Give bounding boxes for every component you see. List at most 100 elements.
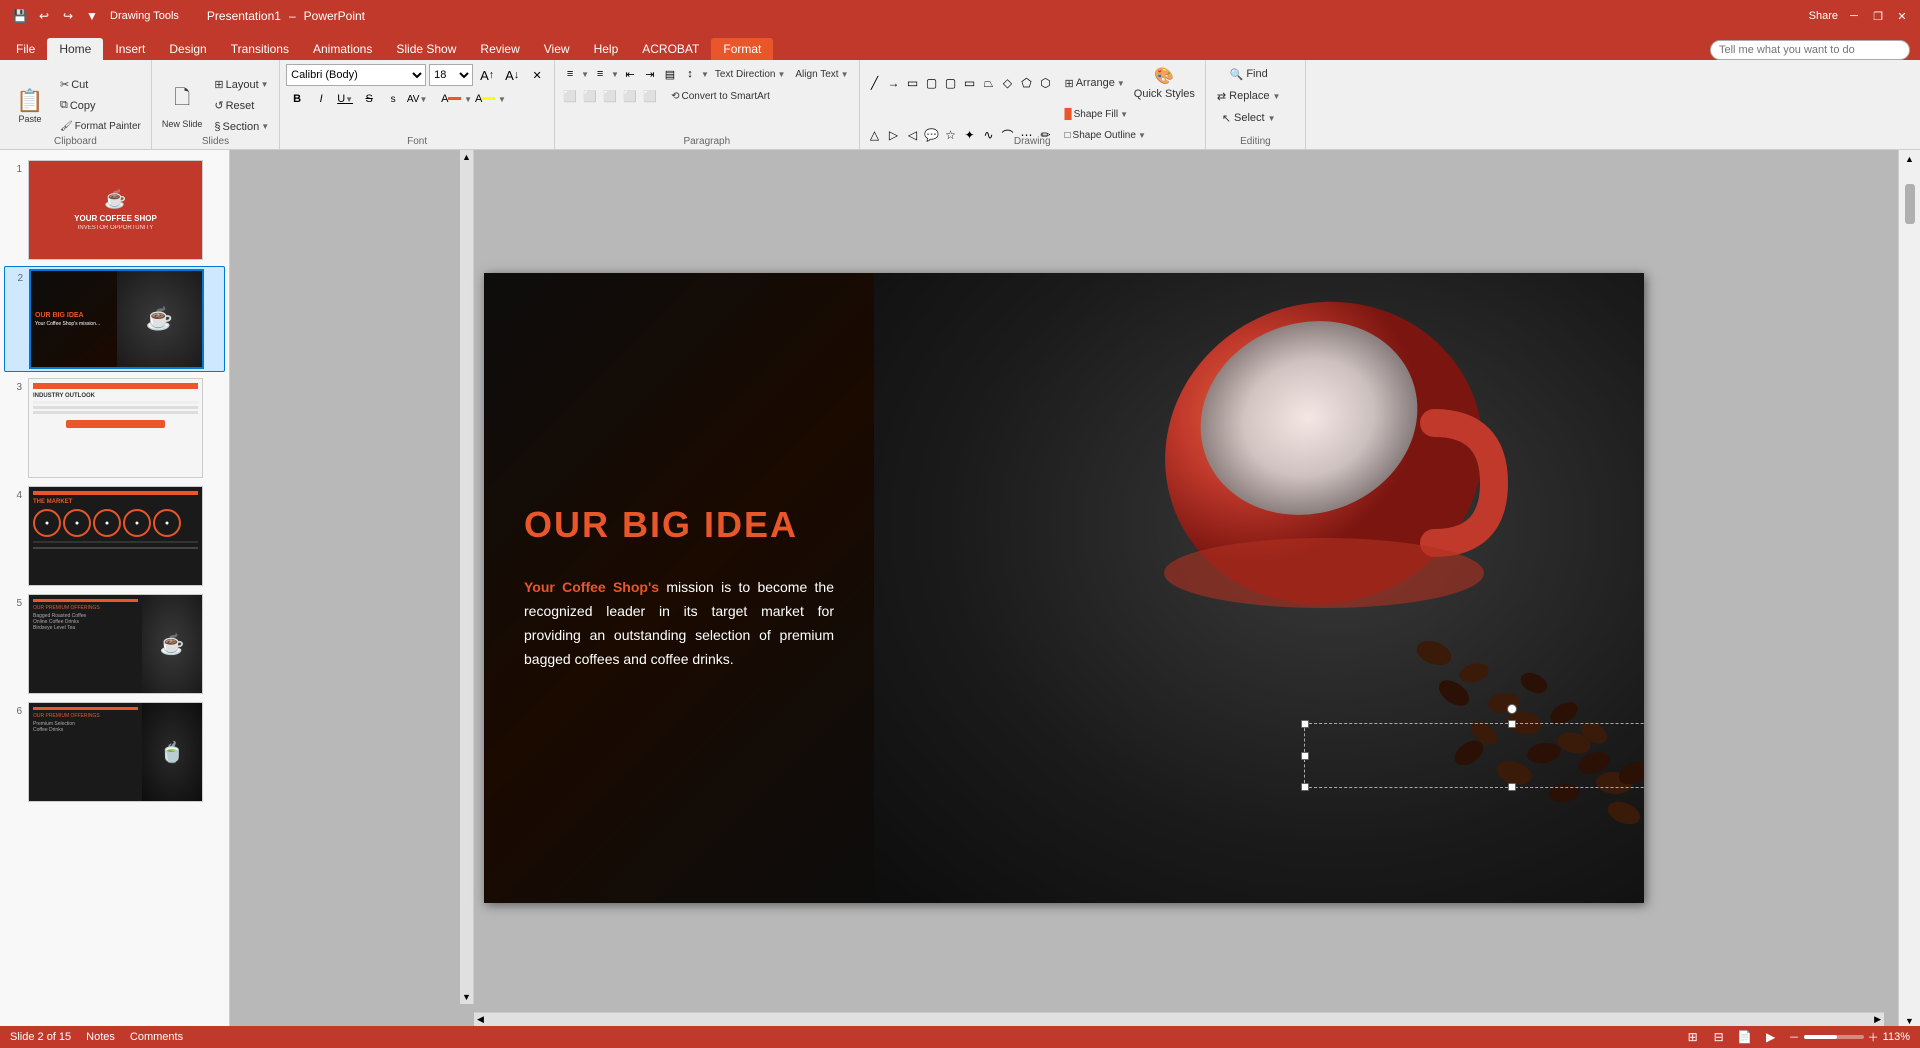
shape-rect2[interactable]: ▢ [923,74,941,92]
scroll-down-btn[interactable]: ▼ [462,992,471,1002]
copy-button[interactable]: ⧉Copy [56,96,145,116]
slide-thumb-1[interactable]: 1 ☕ YOUR COFFEE SHOP INVESTOR OPPORTUNIT… [4,158,225,262]
shape-line[interactable]: ╱ [866,74,884,92]
slide-num-3: 3 [6,382,22,393]
decrease-indent-btn[interactable]: ⇤ [621,65,639,83]
zoom-slider[interactable] [1804,1035,1864,1039]
close-btn[interactable]: ✕ [1894,8,1910,24]
cut-button[interactable]: ✂Cut [56,75,145,95]
section-button[interactable]: §Section▼ [210,117,273,137]
shadow-btn[interactable]: s [382,88,404,110]
increase-font-btn[interactable]: A↑ [476,64,498,86]
decrease-font-btn[interactable]: A↓ [501,64,523,86]
font-size-select[interactable]: 18 [429,64,473,86]
scroll-right-btn[interactable]: ▶ [1871,1014,1884,1025]
shape-hexagon[interactable]: ⬡ [1037,74,1055,92]
main-slide[interactable]: OUR BIG IDEA Your Coffee Shop's mission … [484,273,1644,903]
char-spacing-btn[interactable]: AV▼ [406,88,428,110]
underline-btn[interactable]: U▼ [334,88,356,110]
replace-button[interactable]: ⇄Replace▼ [1212,86,1286,106]
shape-rect[interactable]: ▭ [904,74,922,92]
shape-arrow[interactable]: → [885,74,903,92]
redo-quick-btn[interactable]: ↪ [58,6,78,26]
line-spacing-btn[interactable]: ↕ [681,65,699,83]
h-scrollbar[interactable]: ◀ ▶ [474,1012,1884,1026]
zoom-control: － ＋ 113% [1789,1029,1910,1045]
tab-view[interactable]: View [532,38,582,60]
quick-styles-btn[interactable]: 🎨 Quick Styles [1130,64,1199,102]
shape-rect3[interactable]: ▭ [961,74,979,92]
save-quick-btn[interactable]: 💾 [10,6,30,26]
tab-animations[interactable]: Animations [301,38,384,60]
slide-area[interactable]: ▲ ▼ OUR BIG IDEA Your Coffee Shop's miss… [230,150,1898,1026]
scroll-up-btn[interactable]: ▲ [462,152,471,162]
font-family-select[interactable]: Calibri (Body) [286,64,426,86]
clear-format-btn[interactable]: ✕ [526,64,548,86]
comments-btn[interactable]: Comments [130,1031,183,1043]
justify-btn[interactable]: ⬜ [621,87,639,105]
tell-me-input[interactable] [1710,40,1910,60]
tab-insert[interactable]: Insert [103,38,157,60]
align-right-btn[interactable]: ⬜ [601,87,619,105]
restore-btn[interactable]: ❐ [1870,8,1886,24]
align-center-btn[interactable]: ⬜ [581,87,599,105]
layout-button[interactable]: ⊞Layout▼ [210,75,273,95]
customize-quick-btn[interactable]: ▼ [82,6,102,26]
tab-format[interactable]: Format [711,38,773,60]
distribute-h-btn[interactable]: ⬜ [641,87,659,105]
slideshow-icon[interactable]: ▶ [1763,1029,1779,1045]
tab-transitions[interactable]: Transitions [219,38,301,60]
scroll-left-btn[interactable]: ◀ [474,1014,487,1025]
right-scroll-thumb[interactable] [1905,184,1915,224]
highlight-btn[interactable]: A [474,88,496,110]
right-scroll-down[interactable]: ▼ [1905,1016,1914,1026]
tab-home[interactable]: Home [47,38,103,60]
tab-slideshow[interactable]: Slide Show [384,38,468,60]
zoom-plus-btn[interactable]: ＋ [1868,1029,1879,1045]
zoom-minus-btn[interactable]: － [1789,1029,1800,1045]
italic-btn[interactable]: I [310,88,332,110]
align-left-btn[interactable]: ⬜ [561,87,579,105]
slide-thumb-2[interactable]: 2 OUR BIG IDEA Your Coffee Shop's missio… [4,266,225,372]
bold-btn[interactable]: B [286,88,308,110]
shape-trapezoid[interactable]: ⏢ [980,74,998,92]
minimize-btn[interactable]: ─ [1846,8,1862,24]
slide-sorter-icon[interactable]: ⊟ [1711,1029,1727,1045]
text-direction-btn[interactable]: Text Direction▼ [711,64,790,84]
tab-help[interactable]: Help [582,38,631,60]
slide-thumb-5[interactable]: 5 OUR PREMIUM OFFERINGS Bagged Roasted C… [4,592,225,696]
bullet-list-btn[interactable]: ≡ [561,65,579,83]
new-slide-button[interactable]: 🗋 New Slide [158,76,207,136]
arrange-btn[interactable]: ⊞Arrange▼ [1061,73,1129,93]
strikethrough-btn[interactable]: S [358,88,380,110]
shape-round-rect[interactable]: ▢ [942,74,960,92]
align-text-btn[interactable]: Align Text▼ [791,64,852,84]
tab-review[interactable]: Review [468,38,531,60]
tab-file[interactable]: File [4,38,47,60]
right-scroll-up[interactable]: ▲ [1905,154,1914,164]
columns-btn[interactable]: ▤ [661,65,679,83]
select-button[interactable]: ↖Select▼ [1217,108,1281,128]
file-name: Presentation1 [207,9,281,23]
share-label[interactable]: Share [1809,10,1838,22]
font-color-btn[interactable]: A [440,88,462,110]
undo-quick-btn[interactable]: ↩ [34,6,54,26]
reading-view-icon[interactable]: 📄 [1737,1029,1753,1045]
slide-thumb-4[interactable]: 4 THE MARKET ● ● ● ● ● [4,484,225,588]
increase-indent-btn[interactable]: ⇥ [641,65,659,83]
reset-button[interactable]: ↺Reset [210,96,273,116]
paste-button[interactable]: 📋 Paste [6,77,54,135]
tab-design[interactable]: Design [157,38,218,60]
convert-smartart-btn[interactable]: ⟲Convert to SmartArt [667,86,774,106]
slide-thumb-6[interactable]: 6 OUR PREMIUM OFFERINGS Premium Selectio… [4,700,225,804]
tab-acrobat[interactable]: ACROBAT [630,38,711,60]
shape-diamond[interactable]: ◇ [999,74,1017,92]
slide-thumb-3[interactable]: 3 INDUSTRY OUTLOOK [4,376,225,480]
format-painter-button[interactable]: 🖌Format Painter [56,117,145,137]
shape-fill-btn[interactable]: █Shape Fill▼ [1061,104,1151,124]
find-button[interactable]: 🔍Find [1225,64,1273,84]
shape-pentagon[interactable]: ⬠ [1018,74,1036,92]
normal-view-icon[interactable]: ⊞ [1685,1029,1701,1045]
notes-btn[interactable]: Notes [86,1031,115,1043]
numbered-list-btn[interactable]: ≡ [591,65,609,83]
